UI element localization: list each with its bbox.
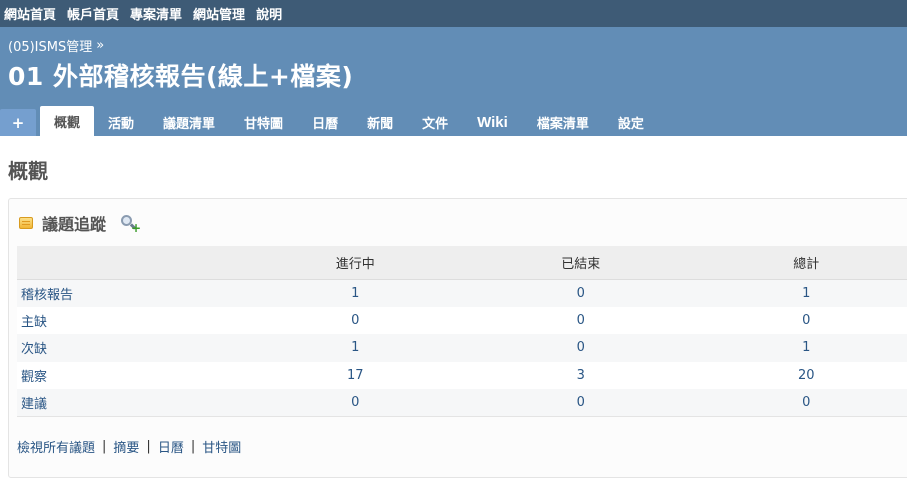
tab-news[interactable]: 新聞 [353, 109, 407, 136]
table-row: 主缺 0 0 0 [17, 306, 907, 335]
top-menu-home[interactable]: 網站首頁 [4, 4, 56, 23]
table-row: 觀察 17 3 20 [17, 361, 907, 390]
view-all-issues-link[interactable]: 檢視所有議題 [17, 437, 95, 456]
total-count[interactable]: 1 [694, 279, 907, 307]
total-count[interactable]: 20 [694, 362, 907, 390]
tab-overview[interactable]: 概觀 [40, 106, 95, 136]
issue-tracking-header: 議題追蹤 + [19, 211, 141, 235]
tab-activity[interactable]: 活動 [94, 109, 148, 136]
total-count[interactable]: 0 [694, 307, 907, 335]
breadcrumb-separator: » [96, 38, 105, 53]
tab-gantt[interactable]: 甘特圖 [230, 109, 297, 136]
breadcrumb: (05)ISMS管理 » [8, 36, 104, 55]
tab-settings[interactable]: 設定 [604, 109, 658, 136]
gantt-link[interactable]: 甘特圖 [202, 437, 241, 456]
issue-tracking-title: 議題追蹤 [42, 215, 107, 234]
project-title: 01 外部稽核報告(線上+檔案) [8, 62, 354, 91]
tracker-name[interactable]: 次缺 [17, 334, 243, 362]
link-separator: | [190, 439, 196, 454]
closed-count[interactable]: 0 [468, 389, 694, 417]
closed-count[interactable]: 0 [468, 334, 694, 362]
tab-wiki[interactable]: Wiki [463, 109, 522, 136]
closed-count[interactable]: 0 [468, 307, 694, 335]
page-title: 概觀 [8, 159, 48, 183]
table-row: 稽核報告 1 0 1 [17, 279, 907, 307]
new-object-button[interactable]: + [0, 109, 36, 136]
calendar-link[interactable]: 日曆 [158, 437, 184, 456]
summary-link[interactable]: 摘要 [113, 437, 139, 456]
top-menu-my-page[interactable]: 帳戶首頁 [67, 4, 119, 23]
issue-tracking-box: 議題追蹤 + 進行中 已結束 總計 稽核報告 1 0 1 主缺 0 0 0 次缺… [8, 198, 907, 478]
main-content: 概觀 [0, 155, 907, 185]
open-count[interactable]: 1 [243, 334, 469, 362]
closed-count[interactable]: 0 [468, 279, 694, 307]
total-count[interactable]: 1 [694, 334, 907, 362]
top-menu: 網站首頁 帳戶首頁 專案清單 網站管理 說明 [0, 0, 907, 27]
top-menu-administration[interactable]: 網站管理 [193, 4, 245, 23]
table-row: 次缺 1 0 1 [17, 334, 907, 362]
tab-documents[interactable]: 文件 [408, 109, 462, 136]
total-count[interactable]: 0 [693, 389, 907, 417]
table-row: 建議 0 0 0 [17, 389, 907, 417]
breadcrumb-parent-project[interactable]: (05)ISMS管理 [8, 36, 92, 55]
ticket-icon [19, 217, 33, 229]
link-separator: | [102, 439, 107, 454]
project-tabs: + 概觀 活動 議題清單 甘特圖 日曆 新聞 文件 Wiki 檔案清單 設定 [0, 106, 659, 136]
column-header-closed: 已結束 [468, 246, 694, 280]
tab-calendar[interactable]: 日曆 [298, 109, 352, 136]
closed-count[interactable]: 3 [468, 362, 694, 390]
tracker-name[interactable]: 建議 [17, 389, 243, 417]
table-header-row: 進行中 已結束 總計 [17, 246, 907, 280]
column-header-total: 總計 [693, 246, 907, 280]
tab-files[interactable]: 檔案清單 [523, 109, 603, 136]
top-menu-help[interactable]: 說明 [256, 4, 282, 23]
open-count[interactable]: 0 [243, 307, 469, 335]
tracker-name[interactable]: 稽核報告 [17, 279, 243, 307]
tracker-name[interactable]: 觀察 [17, 362, 243, 390]
link-separator: | [146, 439, 151, 454]
issue-tracking-links: 檢視所有議題 | 摘要 | 日曆 | 甘特圖 [17, 437, 241, 456]
open-count[interactable]: 17 [243, 362, 469, 390]
tab-issues[interactable]: 議題清單 [149, 109, 229, 136]
top-menu-projects[interactable]: 專案清單 [130, 4, 182, 23]
header: (05)ISMS管理 » 01 外部稽核報告(線上+檔案) + 概觀 活動 議題… [0, 27, 907, 136]
issue-summary-table: 進行中 已結束 總計 稽核報告 1 0 1 主缺 0 0 0 次缺 1 0 1 … [17, 246, 907, 417]
open-count[interactable]: 1 [243, 279, 469, 307]
column-header-tracker [17, 246, 243, 280]
open-count[interactable]: 0 [242, 389, 468, 417]
add-query-icon[interactable]: + [120, 214, 141, 234]
column-header-open: 進行中 [242, 246, 468, 280]
tracker-name[interactable]: 主缺 [17, 307, 243, 335]
